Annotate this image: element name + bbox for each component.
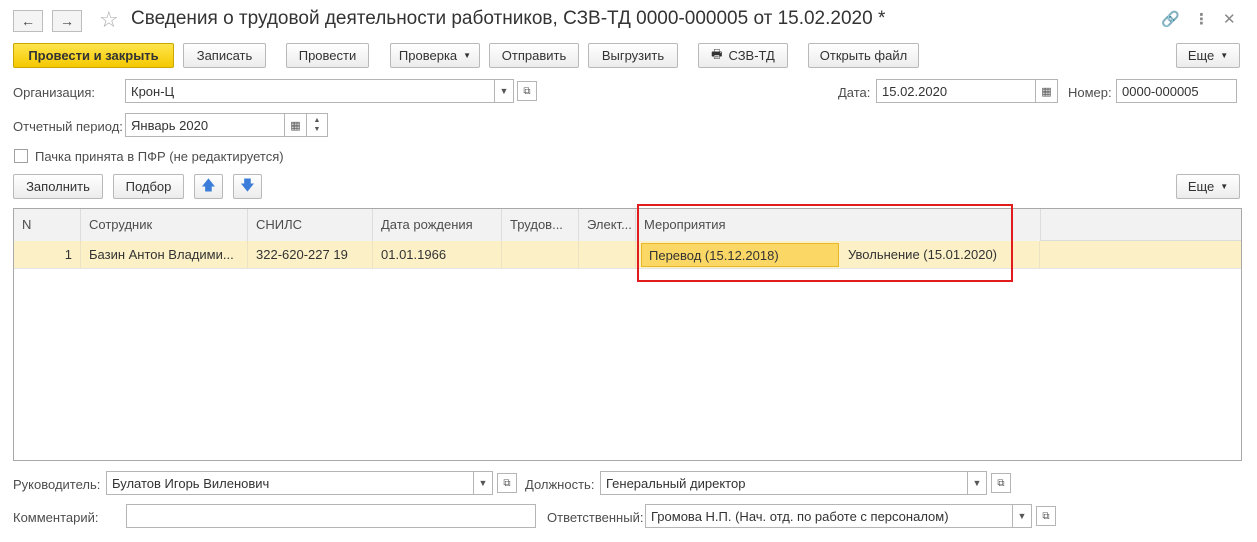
send-button[interactable]: Отправить [489,43,579,68]
position-field[interactable]: Генеральный директор [600,471,968,495]
period-stepper[interactable]: ▲ ▼ [307,113,328,137]
move-up-button[interactable]: 🡅 [194,174,223,199]
organization-field[interactable]: Крон-Ц [125,79,495,103]
responsible-field[interactable]: Громова Н.П. (Нач. отд. по работе с перс… [645,504,1013,528]
position-open-button[interactable]: ⧉ [991,473,1011,493]
check-dropdown-button[interactable]: Проверка ▼ [390,43,480,68]
head-field[interactable]: Булатов Игорь Виленович [106,471,474,495]
column-header-snils[interactable]: СНИЛС [248,209,373,241]
open-icon: ⧉ [1042,510,1050,522]
printer-icon: 🖶 [711,47,723,61]
open-icon: ⧉ [997,477,1005,489]
date-calendar-button[interactable]: ▦ [1036,79,1058,103]
period-calendar-button[interactable]: ▦ [285,113,307,137]
date-label: Дата: [838,85,871,100]
arrow-left-icon: ← [21,13,35,29]
save-label: Записать [196,48,253,63]
forward-button[interactable]: → [52,10,82,32]
caret-down-icon: ▼ [1220,182,1229,191]
caret-down-icon: ▼ [1017,511,1027,521]
favorite-star-icon[interactable]: ☆ [99,7,119,33]
number-field[interactable]: 0000-000005 [1116,79,1237,103]
column-header-electronic[interactable]: Элект... [579,209,636,241]
comment-field[interactable] [126,504,536,528]
cell-snils[interactable]: 322-620-227 19 [248,241,373,269]
accepted-label: Пачка принята в ПФР (не редактируется) [35,149,284,164]
post-and-close-button[interactable]: Провести и закрыть [13,43,174,68]
responsible-dropdown[interactable]: ▼ [1013,504,1032,528]
employees-table[interactable]: N Сотрудник СНИЛС Дата рождения Трудов..… [13,208,1242,461]
open-file-button[interactable]: Открыть файл [808,43,919,68]
open-icon: ⧉ [523,85,531,97]
head-open-button[interactable]: ⧉ [497,473,517,493]
organization-dropdown[interactable]: ▼ [495,79,514,103]
more-label: Еще [1187,48,1215,63]
calendar-icon: ▦ [290,119,301,132]
highlight-frame [637,204,1013,282]
cell-labor[interactable] [502,241,579,269]
caret-down-icon: ▼ [499,86,509,96]
cell-electronic[interactable] [579,241,636,269]
caret-down-icon: ▼ [478,478,488,488]
arrow-down-icon: 🡇 [240,176,255,193]
select-label: Подбор [125,179,172,194]
caret-down-icon: ▼ [972,478,982,488]
organization-open-button[interactable]: ⧉ [517,81,537,101]
comment-label: Комментарий: [13,510,99,525]
cell-n[interactable]: 1 [14,241,81,269]
head-label: Руководитель: [13,477,101,492]
organization-label: Организация: [13,85,96,100]
export-label: Выгрузить [601,48,665,63]
fill-button[interactable]: Заполнить [13,174,103,199]
post-button[interactable]: Провести [286,43,369,68]
column-header-employee[interactable]: Сотрудник [81,209,248,241]
table-more-button[interactable]: Еще ▼ [1176,174,1240,199]
arrow-right-icon: → [60,13,74,29]
post-and-close-label: Провести и закрыть [28,48,159,63]
back-button[interactable]: ← [13,10,43,32]
close-icon[interactable]: ✕ [1223,10,1236,28]
print-label: СЗВ-ТД [728,48,775,63]
table-row[interactable]: 1 Базин Антон Владими... 322-620-227 19 … [14,241,1241,269]
head-dropdown[interactable]: ▼ [474,471,493,495]
column-header-birth-date[interactable]: Дата рождения [373,209,502,241]
chevron-up-icon: ▲ [313,117,321,124]
responsible-label: Ответственный: [547,510,644,525]
window-title: Сведения о трудовой деятельности работни… [131,8,886,29]
accepted-checkbox[interactable] [14,149,28,163]
calendar-icon: ▦ [1041,85,1052,98]
arrow-up-icon: 🡅 [201,176,216,193]
print-szv-td-button[interactable]: 🖶 СЗВ-ТД [698,43,788,68]
caret-down-icon: ▼ [1220,51,1229,60]
table-more-label: Еще [1187,179,1215,194]
period-field[interactable]: Январь 2020 [125,113,285,137]
column-header-labor[interactable]: Трудов... [502,209,579,241]
more-button[interactable]: Еще ▼ [1176,43,1240,68]
open-file-label: Открыть файл [819,48,908,63]
date-field[interactable]: 15.02.2020 [876,79,1036,103]
number-label: Номер: [1068,85,1112,100]
link-icon[interactable]: 🔗 [1161,10,1180,28]
export-button[interactable]: Выгрузить [588,43,678,68]
caret-down-icon: ▼ [463,51,472,60]
more-vertical-icon[interactable]: ⋮ [1194,10,1209,28]
save-button[interactable]: Записать [183,43,266,68]
cell-birth-date[interactable]: 01.01.1966 [373,241,502,269]
position-label: Должность: [525,477,595,492]
responsible-open-button[interactable]: ⧉ [1036,506,1056,526]
select-button[interactable]: Подбор [113,174,184,199]
period-label: Отчетный период: [13,119,123,134]
chevron-down-icon: ▼ [313,126,321,133]
open-icon: ⧉ [503,477,511,489]
send-label: Отправить [501,48,567,63]
move-down-button[interactable]: 🡇 [233,174,262,199]
check-label: Проверка [398,48,458,63]
position-dropdown[interactable]: ▼ [968,471,987,495]
post-label: Провести [298,48,357,63]
cell-employee[interactable]: Базин Антон Владими... [81,241,248,269]
column-header-n[interactable]: N [14,209,81,241]
fill-label: Заполнить [26,179,90,194]
